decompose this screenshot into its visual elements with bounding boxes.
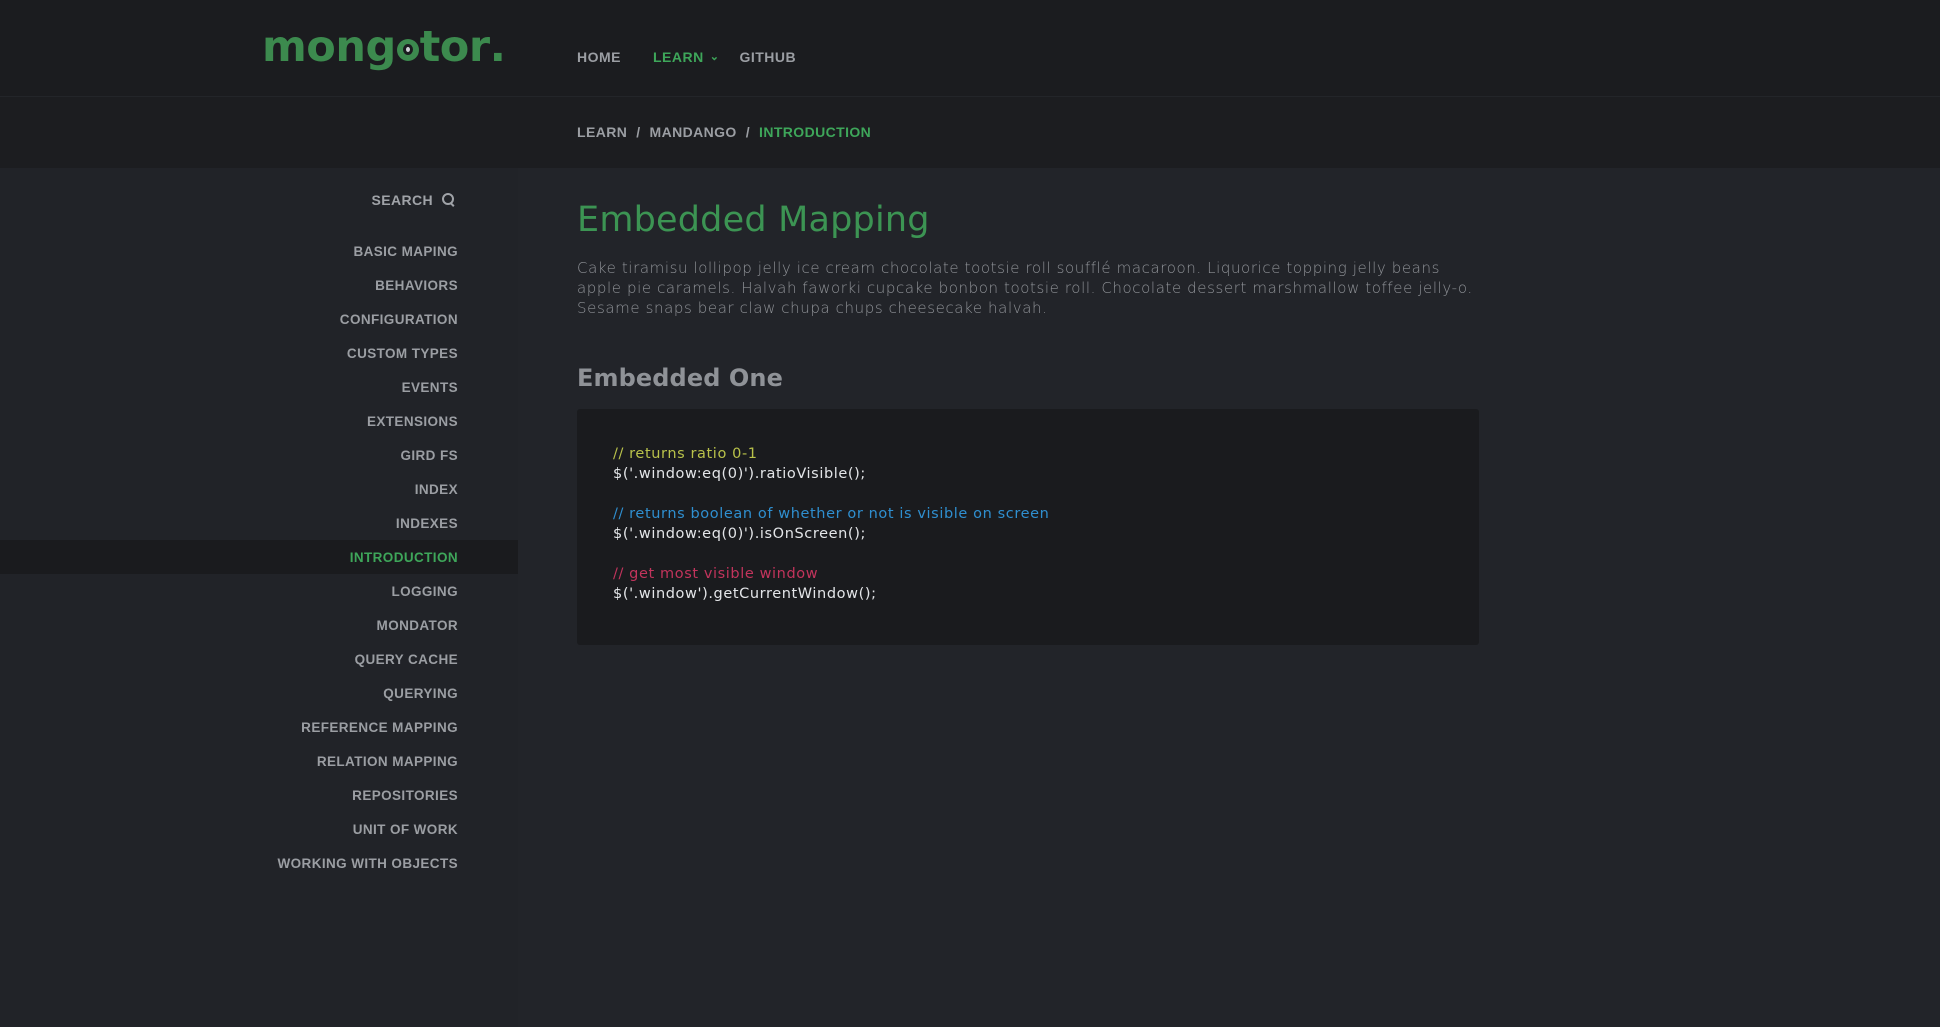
sidebar-item-custom-types[interactable]: CUSTOM TYPES <box>0 336 518 370</box>
chevron-down-icon: ⌄ <box>709 50 720 63</box>
sidebar-item-repositories[interactable]: REPOSITORIES <box>0 778 518 812</box>
sidebar-item-working-with-objects[interactable]: WORKING WITH OBJECTS <box>0 846 518 880</box>
breadcrumb-current: INTRODUCTION <box>759 124 872 140</box>
sidebar-item-reference-mapping[interactable]: REFERENCE MAPPING <box>0 710 518 744</box>
code-line: $('.window').getCurrentWindow(); <box>613 586 877 602</box>
nav-learn-label: LEARN <box>653 49 704 65</box>
sidebar-item-mondator[interactable]: MONDATOR <box>0 608 518 642</box>
sidebar-item-logging[interactable]: LOGGING <box>0 574 518 608</box>
sidebar-item-basic-maping[interactable]: BASIC MAPING <box>0 234 518 268</box>
search-icon <box>442 193 456 207</box>
nav-github-label: GITHUB <box>739 49 797 65</box>
nav-home[interactable]: HOME <box>577 49 621 65</box>
breadcrumb-separator: / <box>636 124 641 140</box>
section-title: Embedded One <box>577 364 783 392</box>
search-label: SEARCH <box>371 192 433 208</box>
code-line: $('.window:eq(0)').isOnScreen(); <box>613 526 866 542</box>
sidebar: SEARCH BASIC MAPING BEHAVIORS CONFIGURAT… <box>0 168 518 1027</box>
logo-eye-icon <box>396 38 419 61</box>
main-nav: HOME LEARN ⌄ GITHUB <box>577 49 796 65</box>
top-header: mong tor . HOME LEARN ⌄ GITHUB <box>0 0 1940 97</box>
breadcrumb-bar: LEARN / MANDANGO / INTRODUCTION <box>0 97 1940 168</box>
sidebar-item-events[interactable]: EVENTS <box>0 370 518 404</box>
sidebar-item-index[interactable]: INDEX <box>0 472 518 506</box>
sidebar-item-extensions[interactable]: EXTENSIONS <box>0 404 518 438</box>
sidebar-item-querying[interactable]: QUERYING <box>0 676 518 710</box>
sidebar-menu: BASIC MAPING BEHAVIORS CONFIGURATION CUS… <box>0 234 518 880</box>
sidebar-item-gird-fs[interactable]: GIRD FS <box>0 438 518 472</box>
breadcrumb-separator: / <box>745 124 751 140</box>
code-line: $('.window:eq(0)').ratioVisible(); <box>613 466 866 482</box>
breadcrumb-learn[interactable]: LEARN <box>577 124 627 140</box>
logo-dot: . <box>489 22 506 72</box>
code-block[interactable]: // returns ratio 0-1 $('.window:eq(0)').… <box>577 409 1479 645</box>
logo-text-suffix: tor <box>419 22 490 72</box>
sidebar-item-configuration[interactable]: CONFIGURATION <box>0 302 518 336</box>
sidebar-item-introduction[interactable]: INTRODUCTION <box>0 540 518 574</box>
breadcrumb: LEARN / MANDANGO / INTRODUCTION <box>577 124 871 140</box>
nav-learn[interactable]: LEARN ⌄ <box>653 49 719 65</box>
mongator-logo[interactable]: mong tor . <box>262 22 506 72</box>
intro-paragraph: Cake tiramisu lollipop jelly ice cream c… <box>577 259 1473 317</box>
code-comment: // get most visible window <box>613 566 819 582</box>
code-comment: // returns ratio 0-1 <box>613 446 758 462</box>
search-button[interactable]: SEARCH <box>371 192 456 208</box>
sidebar-item-relation-mapping[interactable]: RELATION MAPPING <box>0 744 518 778</box>
code-comment: // returns boolean of whether or not is … <box>613 506 1050 522</box>
sidebar-item-behaviors[interactable]: BEHAVIORS <box>0 268 518 302</box>
page-title: Embedded Mapping <box>577 200 930 240</box>
logo-text-prefix: mong <box>262 22 396 72</box>
sidebar-item-query-cache[interactable]: QUERY CACHE <box>0 642 518 676</box>
sidebar-item-indexes[interactable]: INDEXES <box>0 506 518 540</box>
nav-github[interactable]: GITHUB <box>739 49 796 65</box>
sidebar-item-unit-of-work[interactable]: UNIT OF WORK <box>0 812 518 846</box>
nav-home-label: HOME <box>577 49 621 65</box>
breadcrumb-mandango[interactable]: MANDANGO <box>650 124 737 140</box>
